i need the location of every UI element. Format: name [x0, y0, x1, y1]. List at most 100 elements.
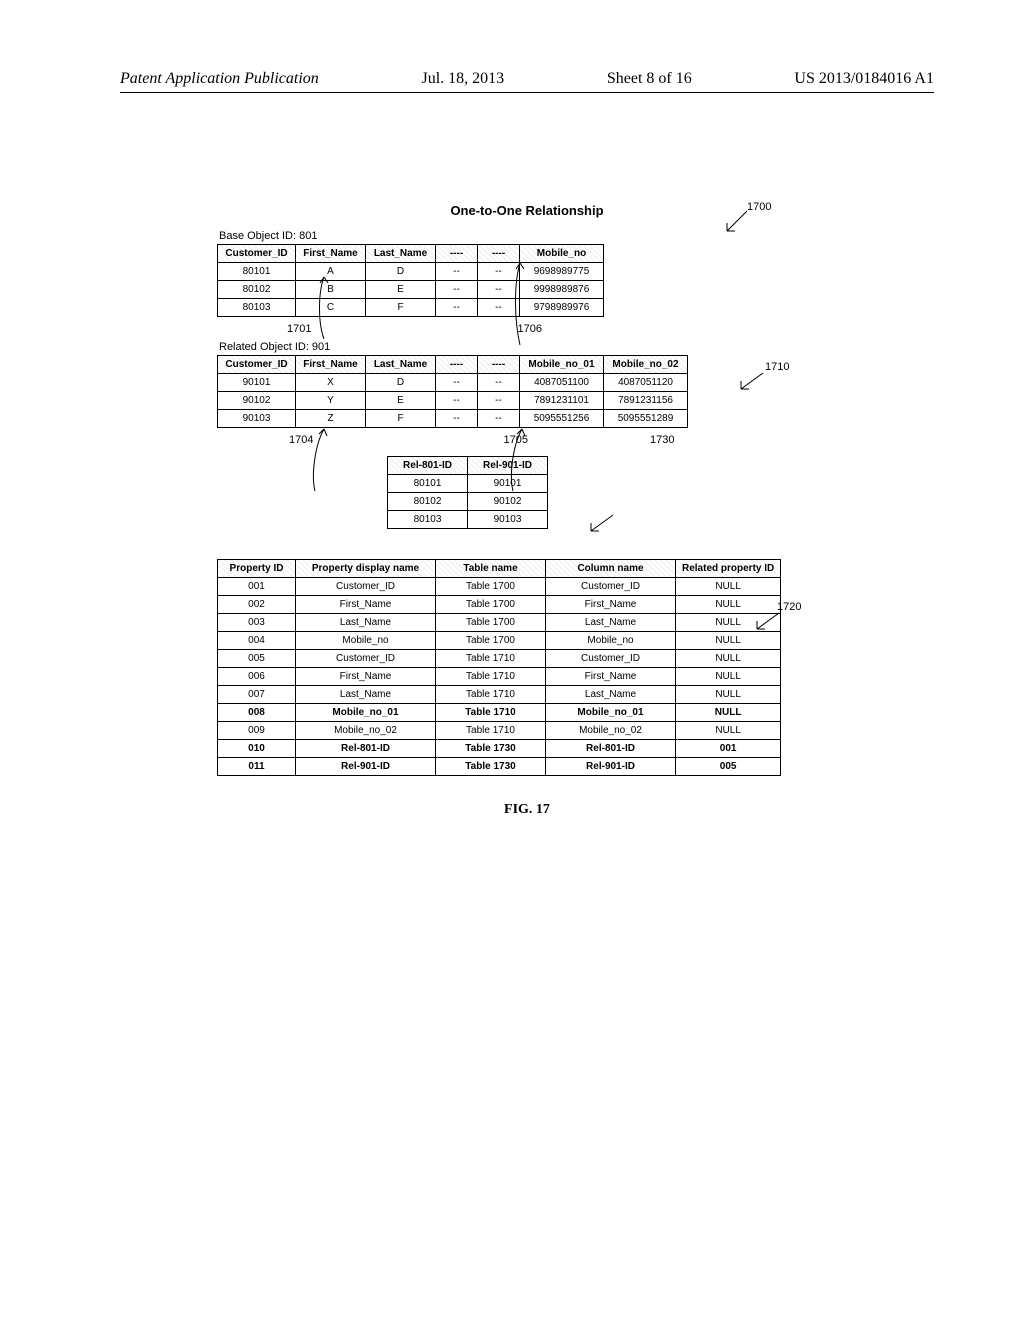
figure-caption: FIG. 17 — [217, 802, 837, 818]
table-cell: Table 1730 — [436, 758, 546, 776]
table-cell: D — [366, 263, 436, 281]
table-cell: 80102 — [218, 281, 296, 299]
table-cell: Mobile_no — [296, 632, 436, 650]
ref-1730: 1730 — [650, 434, 674, 446]
table-cell: D — [366, 374, 436, 392]
table-cell: Rel-901-ID — [296, 758, 436, 776]
table-cell: -- — [478, 374, 520, 392]
ref-1704: 1704 — [289, 434, 313, 446]
table-cell: 001 — [676, 740, 781, 758]
leader-1704-icon — [311, 425, 329, 495]
table-cell: 9798989976 — [520, 299, 604, 317]
property-definition-table: Property IDProperty display nameTable na… — [217, 559, 781, 776]
table-cell: Table 1710 — [436, 722, 546, 740]
table-cell: Table 1700 — [436, 578, 546, 596]
leader-1730-icon — [587, 513, 615, 535]
table-row: 8010390103 — [388, 511, 548, 529]
table-cell: 010 — [218, 740, 296, 758]
column-header: Related property ID — [676, 560, 781, 578]
table-row: 010Rel-801-IDTable 1730Rel-801-ID001 — [218, 740, 781, 758]
table-cell: 90103 — [468, 511, 548, 529]
table-cell: -- — [436, 392, 478, 410]
ref-1710: 1710 — [765, 361, 789, 373]
header-date: Jul. 18, 2013 — [421, 70, 504, 88]
column-header: ---- — [436, 356, 478, 374]
table-cell: 80101 — [388, 475, 468, 493]
table-cell: Table 1710 — [436, 704, 546, 722]
table-cell: X — [296, 374, 366, 392]
ref-1700: 1700 — [747, 201, 771, 213]
table-cell: NULL — [676, 650, 781, 668]
table-cell: 009 — [218, 722, 296, 740]
table-cell: 7891231156 — [604, 392, 688, 410]
column-header: ---- — [478, 356, 520, 374]
table-cell: Table 1700 — [436, 596, 546, 614]
table-cell: Table 1700 — [436, 632, 546, 650]
table-cell: Table 1710 — [436, 686, 546, 704]
table-cell: NULL — [676, 632, 781, 650]
column-header: Mobile_no_02 — [604, 356, 688, 374]
table-cell: 007 — [218, 686, 296, 704]
column-header: Customer_ID — [218, 245, 296, 263]
table-row: 002First_NameTable 1700First_NameNULL — [218, 596, 781, 614]
table-row: 80101AD----9698989775 — [218, 263, 604, 281]
leader-1710-icon — [737, 371, 765, 393]
page-header: Patent Application Publication Jul. 18, … — [120, 70, 934, 93]
column-header: First_Name — [296, 356, 366, 374]
table-cell: Last_Name — [296, 686, 436, 704]
table-cell: Table 1710 — [436, 668, 546, 686]
table-cell: 005 — [218, 650, 296, 668]
table-cell: NULL — [676, 704, 781, 722]
table-cell: Last_Name — [296, 614, 436, 632]
table-cell: 80102 — [388, 493, 468, 511]
table-cell: Table 1730 — [436, 740, 546, 758]
table-cell: Last_Name — [546, 614, 676, 632]
header-sheet: Sheet 8 of 16 — [607, 70, 692, 88]
table-cell: NULL — [676, 578, 781, 596]
table-cell: 4087051100 — [520, 374, 604, 392]
table-cell: Table 1710 — [436, 650, 546, 668]
base-object-table: Customer_IDFirst_NameLast_Name--------Mo… — [217, 244, 604, 317]
table-cell: 005 — [676, 758, 781, 776]
table-cell: Mobile_no — [546, 632, 676, 650]
table-row: 90103ZF----50955512565095551289 — [218, 410, 688, 428]
ref-1701: 1701 — [287, 323, 311, 335]
table-cell: 006 — [218, 668, 296, 686]
table-cell: Customer_ID — [546, 578, 676, 596]
column-header: Column name — [546, 560, 676, 578]
table-cell: First_Name — [296, 596, 436, 614]
table-cell: F — [366, 410, 436, 428]
table-cell: -- — [436, 299, 478, 317]
table-row: 011Rel-901-IDTable 1730Rel-901-ID005 — [218, 758, 781, 776]
table-cell: Table 1700 — [436, 614, 546, 632]
table-cell: 9698989775 — [520, 263, 604, 281]
table-row: 8010290102 — [388, 493, 548, 511]
leader-1720-icon — [753, 611, 781, 633]
table-cell: Rel-901-ID — [546, 758, 676, 776]
table-cell: NULL — [676, 668, 781, 686]
table-cell: 001 — [218, 578, 296, 596]
column-header: Last_Name — [366, 356, 436, 374]
table-row: 006First_NameTable 1710First_NameNULL — [218, 668, 781, 686]
column-header: ---- — [436, 245, 478, 263]
table-cell: E — [366, 281, 436, 299]
table-cell: 4087051120 — [604, 374, 688, 392]
table-cell: First_Name — [546, 668, 676, 686]
table-row: 008Mobile_no_01Table 1710Mobile_no_01NUL… — [218, 704, 781, 722]
table-cell: NULL — [676, 686, 781, 704]
table-cell: -- — [436, 410, 478, 428]
column-header: Rel-901-ID — [468, 457, 548, 475]
table-cell: 003 — [218, 614, 296, 632]
column-header: Property ID — [218, 560, 296, 578]
table-cell: Rel-801-ID — [296, 740, 436, 758]
table-row: 009Mobile_no_02Table 1710Mobile_no_02NUL… — [218, 722, 781, 740]
header-pub: US 2013/0184016 A1 — [794, 70, 934, 88]
table-cell: Customer_ID — [546, 650, 676, 668]
table-cell: Last_Name — [546, 686, 676, 704]
related-object-table: Customer_IDFirst_NameLast_Name--------Mo… — [217, 355, 688, 428]
table-cell: E — [366, 392, 436, 410]
leader-1701-icon — [315, 273, 333, 343]
table-row: 003Last_NameTable 1700Last_NameNULL — [218, 614, 781, 632]
table-cell: F — [366, 299, 436, 317]
table-cell: First_Name — [546, 596, 676, 614]
